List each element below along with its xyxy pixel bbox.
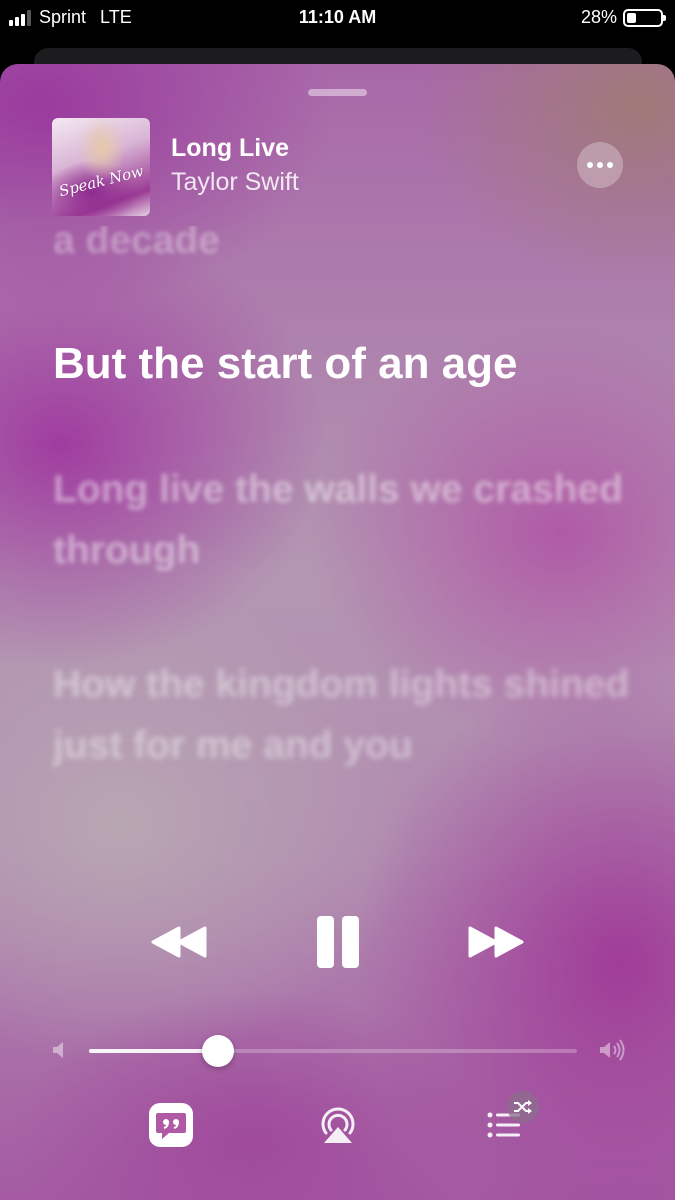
battery-fill [627, 12, 636, 23]
battery-icon [623, 8, 666, 27]
lyric-line-next-2[interactable]: How the kingdom lights shined just for m… [53, 654, 633, 776]
pause-button[interactable] [310, 912, 366, 972]
shuffle-icon [514, 1100, 532, 1114]
volume-high-icon [600, 1039, 625, 1061]
status-bar: Sprint LTE 11:10 AM 28% [0, 0, 675, 36]
status-right: 28% [580, 7, 666, 28]
lyric-line-current[interactable]: But the start of an age [53, 333, 633, 394]
lyric-line-next[interactable]: Long live the walls we crashed through [53, 459, 633, 581]
more-options-button[interactable] [577, 142, 623, 188]
song-title: Long Live [171, 134, 290, 162]
album-artwork[interactable]: Speak Now [52, 118, 150, 216]
artist-name[interactable]: Taylor Swift [171, 168, 299, 197]
sheet-grabber-handle[interactable] [308, 89, 367, 96]
airplay-button[interactable] [313, 1100, 363, 1150]
status-time: 11:10 AM [298, 7, 377, 27]
fast-forward-button[interactable] [465, 912, 527, 972]
ellipsis-dot-icon [597, 162, 603, 168]
shuffle-badge[interactable] [507, 1091, 539, 1123]
pause-icon [313, 916, 363, 968]
lyrics-button[interactable] [146, 1100, 196, 1150]
ellipsis-dot-icon [607, 162, 613, 168]
ellipsis-dot-icon [587, 162, 593, 168]
rewind-icon [151, 926, 207, 958]
rewind-button[interactable] [148, 912, 210, 972]
volume-slider[interactable] [89, 1035, 577, 1067]
volume-slider-knob[interactable] [202, 1035, 235, 1067]
album-artwork-script: Speak Now [57, 161, 146, 201]
playback-controls [0, 912, 675, 972]
lyric-line-previous[interactable]: a decade [53, 226, 633, 271]
airplay-audio-icon [321, 1107, 355, 1143]
now-playing-card: Speak Now Long Live Taylor Swift a decad… [0, 64, 675, 1200]
battery-percent: 28% [580, 7, 617, 27]
volume-slider-fill [89, 1049, 219, 1053]
fast-forward-icon [468, 926, 524, 958]
lyrics-quote-icon [149, 1103, 193, 1147]
volume-low-icon [53, 1042, 63, 1058]
